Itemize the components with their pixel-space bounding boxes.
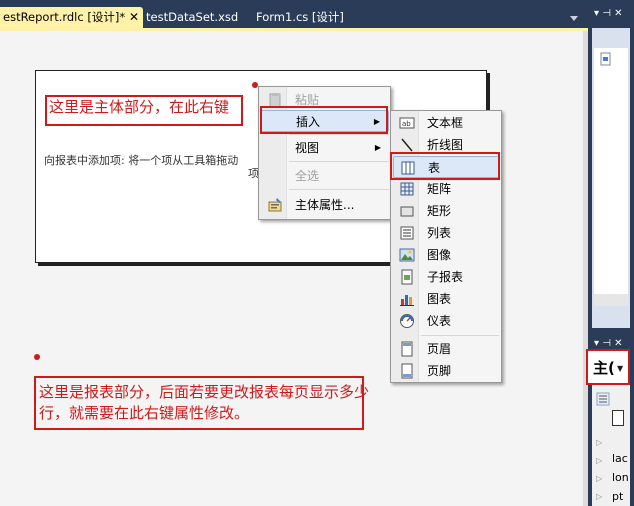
- property-page-button[interactable]: [612, 410, 624, 426]
- tab-form1-cs[interactable]: Form1.cs [设计]: [256, 7, 366, 28]
- menu-item-label: 列表: [427, 226, 452, 240]
- menu-item-label: 图像: [427, 248, 452, 262]
- subreport-icon: [401, 269, 413, 285]
- annotation-body-text: 这里是主体部分，在此右键: [49, 98, 230, 116]
- right-click-marker: [34, 354, 40, 360]
- menu-item-select-all[interactable]: 全选: [261, 165, 389, 187]
- menu-separator: [289, 161, 389, 162]
- textbox-icon: ab: [399, 117, 415, 129]
- menu-item-chart[interactable]: 图表: [393, 288, 500, 310]
- property-name: lon: [612, 471, 629, 484]
- menu-item-label: 子报表: [427, 270, 464, 284]
- annotation-report-text: 这里是报表部分，后面若要更改报表每页显示多少行，就需要在此右键属性修改。: [39, 383, 370, 422]
- menu-item-label: 图表: [427, 292, 452, 306]
- chevron-down-icon[interactable]: [568, 12, 580, 24]
- menu-item-label: 全选: [295, 169, 320, 183]
- close-icon[interactable]: ✕: [129, 7, 139, 27]
- chart-icon: [400, 295, 414, 306]
- gauge-icon: [400, 314, 414, 328]
- property-name: pt: [612, 490, 624, 503]
- menu-item-page-header[interactable]: 页眉: [393, 338, 500, 360]
- tab-dataset-xsd[interactable]: testDataSet.xsd: [146, 7, 246, 28]
- list-icon: [400, 226, 414, 240]
- menu-item-body-properties[interactable]: 主体属性...: [261, 194, 389, 216]
- expand-icon[interactable]: ▷: [596, 474, 602, 483]
- menu-item-label: 主体属性...: [295, 198, 355, 212]
- menu-item-label: 仪表: [427, 314, 452, 328]
- document-icon: [600, 52, 611, 66]
- menu-item-matrix[interactable]: 矩阵: [393, 178, 500, 200]
- expand-icon[interactable]: ▷: [596, 492, 602, 501]
- menu-item-label: 矩阵: [427, 182, 452, 196]
- active-tab-underline: [0, 28, 588, 31]
- menu-item-label: 页脚: [427, 364, 452, 378]
- menu-item-gauge[interactable]: 仪表: [393, 310, 500, 332]
- expand-icon[interactable]: ▷: [596, 456, 602, 465]
- matrix-icon: [400, 182, 414, 196]
- panel-options-icons[interactable]: ▾ ⊣ ✕: [594, 338, 622, 349]
- menu-item-textbox[interactable]: ab 文本框: [393, 112, 500, 134]
- menu-item-label: 页眉: [427, 342, 452, 356]
- menu-separator: [289, 189, 389, 190]
- image-icon: [399, 248, 415, 262]
- rectangle-icon: [400, 206, 414, 217]
- svg-text:ab: ab: [402, 120, 411, 128]
- tab-label: estReport.rdlc [设计]*: [3, 10, 126, 24]
- chevron-down-icon[interactable]: ▼: [617, 364, 623, 373]
- menu-item-label: 视图: [295, 141, 320, 155]
- menu-item-label: 文本框: [427, 116, 464, 130]
- menu-item-list[interactable]: 列表: [393, 222, 500, 244]
- page-header-icon: [401, 341, 413, 357]
- page-footer-icon: [401, 363, 413, 379]
- menu-separator: [289, 134, 389, 135]
- menu-item-subreport[interactable]: 子报表: [393, 266, 500, 288]
- horizontal-scrollbar[interactable]: [594, 294, 628, 306]
- properties-icon: [268, 198, 282, 212]
- menu-item-label: 矩形: [427, 204, 452, 218]
- menu-item-view[interactable]: 视图 ▶: [261, 137, 389, 159]
- line-icon: [401, 138, 413, 152]
- annotation-highlight-table: [390, 152, 500, 180]
- menu-separator: [421, 335, 499, 336]
- expand-icon[interactable]: ▷: [596, 438, 602, 447]
- body-hint-text: 向报表中添加项: 将一个项从工具箱拖动: [44, 154, 239, 167]
- tool-panel-content[interactable]: [594, 48, 628, 294]
- property-name: lac: [612, 452, 628, 465]
- menu-item-image[interactable]: 图像: [393, 244, 500, 266]
- submenu-arrow-icon: ▶: [374, 143, 381, 152]
- tab-report-rdlc[interactable]: estReport.rdlc [设计]* ✕: [0, 7, 143, 28]
- menu-item-label: 粘贴: [295, 93, 320, 107]
- object-selector-text: 主(: [593, 359, 615, 377]
- insert-submenu: ab 文本框 折线图 表 矩阵 矩形 列表 图像 子报表 图表 仪表 页眉 页脚: [390, 110, 502, 383]
- menu-item-label: 折线图: [427, 138, 464, 152]
- tool-panel-header: ▾ ⊣ ✕: [588, 0, 634, 28]
- categorized-view-icon[interactable]: [596, 392, 610, 406]
- panel-options-icons[interactable]: ▾ ⊣ ✕: [594, 8, 622, 19]
- annotation-highlight-insert: [260, 106, 388, 134]
- menu-item-page-footer[interactable]: 页脚: [393, 360, 500, 382]
- menu-item-rectangle[interactable]: 矩形: [393, 200, 500, 222]
- designer-scrollbar[interactable]: [583, 31, 588, 506]
